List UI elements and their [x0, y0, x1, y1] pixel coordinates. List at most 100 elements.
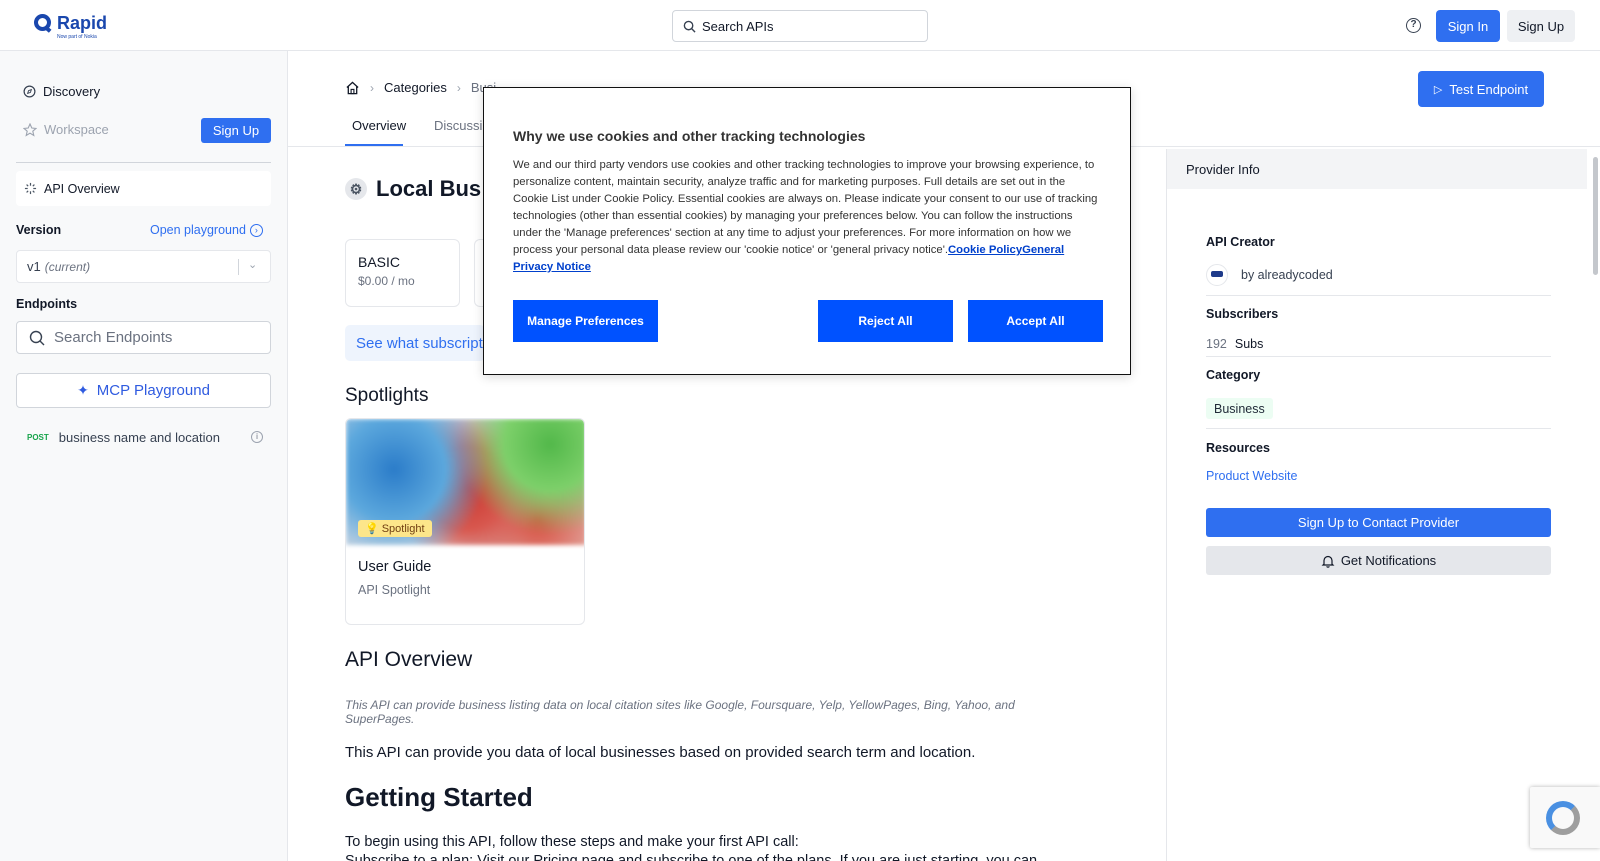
bell-icon: [1321, 555, 1335, 568]
sign-up-button[interactable]: Sign Up: [1507, 10, 1575, 42]
manage-preferences-button[interactable]: Manage Preferences: [513, 300, 658, 342]
resources-label: Resources: [1206, 441, 1270, 455]
subscribers-label: Subscribers: [1206, 307, 1279, 321]
subscribers-value: 192 Subs: [1206, 337, 1263, 351]
sidebar-item-workspace[interactable]: Workspace: [23, 122, 109, 137]
spotlight-badge-label: Spotlight: [381, 522, 425, 535]
spotlights-heading: Spotlights: [345, 385, 429, 406]
endpoints-label: Endpoints: [16, 297, 78, 311]
api-creator-name: by alreadycoded: [1241, 268, 1333, 282]
sidebar-item-label: API Overview: [44, 181, 120, 196]
cookie-body: We and our third party vendors use cooki…: [513, 157, 1103, 276]
divider: [1206, 295, 1551, 296]
rapid-logo[interactable]: Rapid Now part of Nokia: [34, 14, 107, 40]
api-logo-icon: ⚙: [345, 178, 367, 200]
star-icon: [23, 122, 37, 137]
spotlight-title: User Guide: [358, 559, 432, 575]
version-note: (current): [44, 259, 91, 274]
api-creator-label: API Creator: [1206, 235, 1275, 249]
spotlight-card[interactable]: 💡 Spotlight User Guide API Spotlight: [345, 418, 585, 625]
api-creator[interactable]: by alreadycoded: [1206, 264, 1333, 286]
recaptcha-icon: [1546, 801, 1580, 835]
search-apis-placeholder: Search APIs: [702, 18, 774, 34]
endpoint-item[interactable]: POST business name and location i: [27, 430, 267, 445]
version-value: v1: [27, 259, 41, 274]
plan-name: BASIC: [358, 254, 401, 270]
active-tab-indicator: [345, 144, 403, 146]
sidebar-item-label: Workspace: [44, 122, 109, 137]
plan-card-basic[interactable]: BASIC $0.00 / mo: [345, 239, 460, 307]
breadcrumb-categories[interactable]: Categories: [384, 80, 447, 95]
breadcrumb: › Categories › Busi: [345, 80, 496, 95]
divider: [1206, 428, 1551, 429]
search-apis-input[interactable]: Search APIs: [672, 10, 928, 42]
getting-started-text: To begin using this API, follow these st…: [345, 834, 799, 850]
cookie-policy-link[interactable]: Cookie Policy: [948, 244, 1022, 256]
version-select[interactable]: v1 (current) ⌄: [16, 250, 271, 283]
mcp-playground-button[interactable]: ✦ MCP Playground: [16, 373, 271, 408]
sidebar-item-label: Discovery: [43, 84, 101, 99]
logo-name: Rapid: [57, 13, 108, 33]
spotlight-subtitle: API Spotlight: [358, 583, 431, 597]
sidebar: Discovery Workspace Sign Up API Overview…: [0, 51, 288, 861]
api-overview-text: This API can provide you data of local b…: [345, 744, 976, 761]
cookie-title: Why we use cookies and other tracking te…: [513, 128, 866, 144]
subscribers-unit: Subs: [1234, 337, 1264, 351]
api-overview-summary: This API can provide business listing da…: [345, 698, 1015, 726]
endpoint-name: business name and location: [58, 430, 220, 445]
tab-discussions[interactable]: Discussi: [434, 118, 482, 133]
api-overview-icon: [24, 182, 37, 195]
lightbulb-icon: 💡: [365, 523, 379, 535]
arrow-right-circle-icon: ›: [249, 223, 263, 237]
endpoint-method: POST: [27, 433, 49, 442]
scrollbar[interactable]: [1593, 157, 1598, 275]
info-icon[interactable]: i: [251, 431, 263, 443]
sidebar-item-discovery[interactable]: Discovery: [23, 84, 100, 99]
api-title: ⚙ Local Bus: [345, 176, 481, 202]
accept-all-button[interactable]: Accept All: [968, 300, 1103, 342]
getting-started-step: Subscribe to a plan: Visit our Pricing p…: [345, 853, 1038, 861]
search-icon: [683, 20, 696, 33]
help-icon[interactable]: ?: [1406, 18, 1421, 33]
reject-all-button[interactable]: Reject All: [818, 300, 953, 342]
sparkle-icon: ✦: [77, 382, 89, 398]
divider: [1206, 356, 1551, 357]
sidebar-item-api-overview[interactable]: API Overview: [16, 171, 271, 206]
contact-provider-button[interactable]: Sign Up to Contact Provider: [1206, 508, 1551, 537]
cookie-consent-dialog: Why we use cookies and other tracking te…: [483, 87, 1131, 375]
provider-info-heading: Provider Info: [1167, 149, 1587, 189]
mcp-playground-label: MCP Playground: [96, 382, 210, 399]
sidebar-sign-up-button[interactable]: Sign Up: [201, 118, 271, 143]
recaptcha-badge[interactable]: [1530, 787, 1600, 848]
category-badge[interactable]: Business: [1206, 398, 1273, 419]
divider: [16, 162, 271, 163]
see-subscriptions-link[interactable]: See what subscripti: [345, 325, 485, 361]
subscribers-count: 192: [1206, 337, 1227, 351]
divider: [238, 259, 239, 275]
spotlight-badge: 💡 Spotlight: [358, 520, 432, 537]
plan-price: $0.00 / mo: [358, 274, 415, 288]
compass-icon: [23, 85, 36, 98]
test-endpoint-button[interactable]: ▷ Test Endpoint: [1418, 71, 1544, 107]
home-icon[interactable]: [345, 81, 360, 95]
get-notifications-button[interactable]: Get Notifications: [1206, 546, 1551, 575]
rapid-logo-icon: [34, 14, 52, 36]
search-icon: [29, 330, 45, 345]
version-label: Version: [16, 223, 62, 237]
open-playground-label: Open playground: [150, 223, 246, 237]
api-overview-heading: API Overview: [345, 648, 473, 671]
tab-overview[interactable]: Overview: [352, 118, 406, 133]
chevron-down-icon: ⌄: [248, 259, 258, 271]
chevron-right-icon: ›: [456, 80, 461, 95]
product-website-link[interactable]: Product Website: [1206, 469, 1297, 483]
api-title-text: Local Bus: [376, 176, 482, 201]
search-endpoints-input[interactable]: Search Endpoints: [16, 321, 271, 354]
get-notifications-label: Get Notifications: [1340, 553, 1437, 568]
sign-in-button[interactable]: Sign In: [1436, 10, 1500, 42]
search-endpoints-placeholder: Search Endpoints: [54, 329, 173, 346]
provider-info-panel: Provider Info API Creator by alreadycode…: [1166, 149, 1600, 861]
category-label: Category: [1206, 368, 1261, 382]
play-icon: ▷: [1433, 83, 1443, 96]
open-playground-link[interactable]: Open playground ›: [150, 223, 263, 237]
getting-started-heading: Getting Started: [345, 782, 533, 812]
